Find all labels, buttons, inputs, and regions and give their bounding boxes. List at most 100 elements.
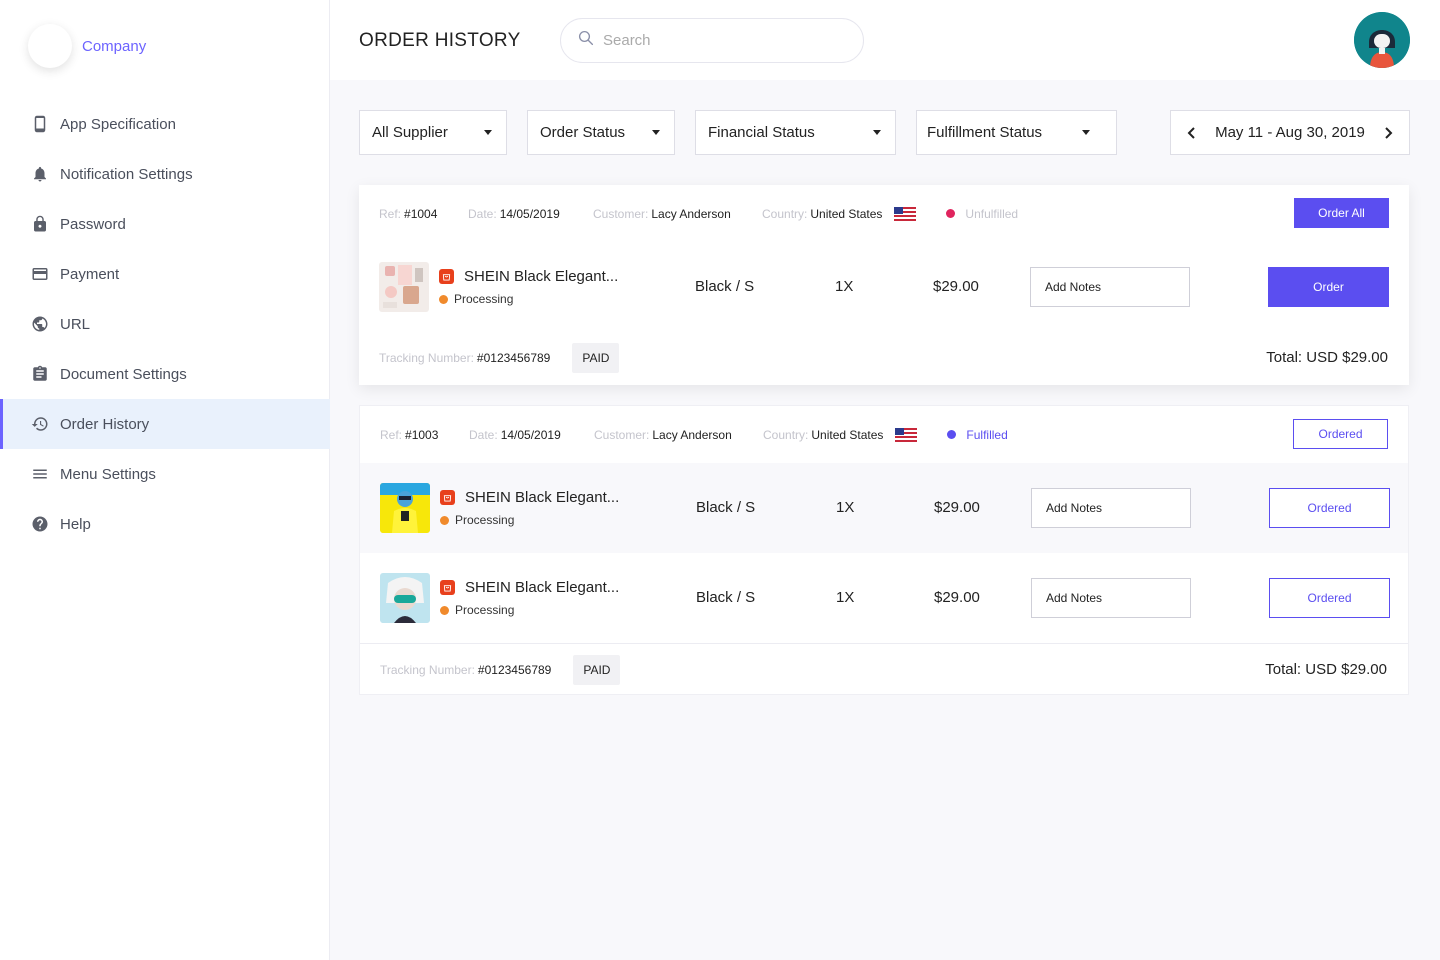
financial-status-filter[interactable]: Financial Status bbox=[695, 110, 896, 155]
order-ref: Ref: #1003 bbox=[380, 427, 439, 442]
ordered-button[interactable]: Ordered bbox=[1269, 578, 1390, 618]
sidebar-item-label: URL bbox=[60, 315, 91, 333]
order-header: Ref: #1003 Date: 14/05/2019 Customer: Lacy … bbox=[360, 406, 1408, 463]
order-total: Total: USD $29.00 bbox=[1265, 661, 1387, 678]
item-status: Processing bbox=[440, 513, 619, 527]
search-box[interactable] bbox=[560, 18, 864, 63]
date-range-label: May 11 - Aug 30, 2019 bbox=[1215, 124, 1365, 141]
order-total: Total: USD $29.00 bbox=[1266, 349, 1388, 366]
date-range-picker: May 11 - Aug 30, 2019 bbox=[1170, 110, 1410, 155]
order-button[interactable]: Order bbox=[1268, 267, 1389, 307]
sidebar-item-url[interactable]: URL bbox=[0, 299, 330, 349]
order-status-filter[interactable]: Order Status bbox=[527, 110, 675, 155]
status-dot bbox=[947, 430, 957, 439]
phone-icon bbox=[30, 114, 50, 134]
sidebar-item-label: Help bbox=[60, 515, 91, 533]
help-icon bbox=[30, 514, 50, 534]
sidebar-item-label: Password bbox=[60, 215, 126, 233]
order-date: Date: 14/05/2019 bbox=[468, 206, 560, 221]
line-item: SHEIN Black Elegant... Processing Black … bbox=[360, 463, 1408, 553]
shop-bag-icon bbox=[440, 490, 455, 505]
us-flag-icon bbox=[894, 206, 917, 221]
fulfillment-status-filter[interactable]: Fulfillment Status bbox=[916, 110, 1117, 155]
product-name[interactable]: SHEIN Black Elegant... bbox=[439, 268, 618, 285]
item-quantity: 1X bbox=[835, 278, 854, 295]
caret-down-icon bbox=[1082, 130, 1090, 135]
sidebar-item-app-specification[interactable]: App Specification bbox=[0, 99, 330, 149]
line-item: SHEIN Black Elegant... Processing Black … bbox=[360, 553, 1408, 643]
product-info: SHEIN Black Elegant... Processing bbox=[440, 489, 619, 527]
ordered-button[interactable]: Ordered bbox=[1269, 488, 1390, 528]
sidebar-item-payment[interactable]: Payment bbox=[0, 249, 330, 299]
chevron-right-icon[interactable] bbox=[1381, 126, 1395, 140]
sidebar-item-label: Order History bbox=[60, 415, 150, 433]
product-info: SHEIN Black Elegant... Processing bbox=[440, 579, 619, 617]
product-name[interactable]: SHEIN Black Elegant... bbox=[440, 579, 619, 596]
globe-icon bbox=[30, 314, 50, 334]
item-status: Processing bbox=[440, 603, 619, 617]
lock-icon bbox=[30, 214, 50, 234]
product-thumbnail[interactable] bbox=[379, 262, 429, 312]
item-price: $29.00 bbox=[934, 499, 980, 516]
fulfillment-status-filter-label: Fulfillment Status bbox=[927, 124, 1043, 141]
order-status-filter-label: Order Status bbox=[540, 124, 626, 141]
item-quantity: 1X bbox=[836, 589, 855, 606]
ordered-button[interactable]: Ordered bbox=[1293, 419, 1388, 449]
payment-badge: PAID bbox=[573, 654, 621, 685]
order-card: Ref: #1003 Date: 14/05/2019 Customer: Lacy … bbox=[359, 405, 1409, 695]
item-variant: Black / S bbox=[695, 278, 755, 295]
order-header: Ref: #1004 Date: 14/05/2019 Customer: Lacy … bbox=[359, 185, 1409, 242]
user-avatar[interactable] bbox=[1354, 12, 1410, 68]
brand[interactable]: Company bbox=[28, 24, 146, 68]
order-customer: Customer: Lacy Anderson bbox=[593, 206, 731, 221]
sidebar-item-label: Payment bbox=[60, 265, 120, 283]
order-ref: Ref: #1004 bbox=[379, 206, 438, 221]
status-dot bbox=[439, 294, 448, 304]
order-footer: Tracking Number: #0123456789 PAID Total: … bbox=[360, 643, 1408, 695]
company-name: Company bbox=[82, 37, 147, 55]
order-date: Date: 14/05/2019 bbox=[469, 427, 561, 442]
sidebar-item-label: Notification Settings bbox=[60, 165, 193, 183]
payment-badge: PAID bbox=[572, 343, 620, 373]
item-status: Processing bbox=[439, 292, 618, 306]
sidebar-item-notification-settings[interactable]: Notification Settings bbox=[0, 149, 330, 199]
line-item: SHEIN Black Elegant... Processing Black … bbox=[359, 242, 1409, 332]
financial-status-filter-label: Financial Status bbox=[708, 124, 815, 141]
chevron-left-icon[interactable] bbox=[1185, 126, 1199, 140]
add-notes-input[interactable] bbox=[1031, 488, 1191, 528]
add-notes-input[interactable] bbox=[1030, 267, 1190, 307]
caret-down-icon bbox=[484, 130, 492, 135]
sidebar-nav: App Specification Notification Settings … bbox=[0, 99, 330, 549]
page-title: ORDER HISTORY bbox=[359, 30, 521, 51]
item-quantity: 1X bbox=[836, 499, 855, 516]
item-price: $29.00 bbox=[934, 589, 980, 606]
sidebar-item-order-history[interactable]: Order History bbox=[0, 399, 330, 449]
product-thumbnail[interactable] bbox=[380, 573, 430, 623]
add-notes-input[interactable] bbox=[1031, 578, 1191, 618]
search-input[interactable] bbox=[603, 32, 843, 49]
bell-icon bbox=[30, 164, 50, 184]
menu-icon bbox=[30, 464, 50, 484]
order-all-button[interactable]: Order All bbox=[1294, 198, 1389, 228]
sidebar-item-label: Menu Settings bbox=[60, 465, 156, 483]
order-country: Country: United States bbox=[763, 427, 884, 442]
supplier-filter[interactable]: All Supplier bbox=[359, 110, 507, 155]
supplier-filter-label: All Supplier bbox=[372, 124, 448, 141]
sidebar-item-document-settings[interactable]: Document Settings bbox=[0, 349, 330, 399]
sidebar-item-label: App Specification bbox=[60, 115, 176, 133]
sidebar-item-password[interactable]: Password bbox=[0, 199, 330, 249]
product-thumbnail[interactable] bbox=[380, 483, 430, 533]
order-status: Unfulfilled bbox=[946, 207, 1018, 221]
caret-down-icon bbox=[873, 130, 881, 135]
order-status: Fulfilled bbox=[947, 428, 1008, 442]
product-name[interactable]: SHEIN Black Elegant... bbox=[440, 489, 619, 506]
sidebar-item-menu-settings[interactable]: Menu Settings bbox=[0, 449, 330, 499]
shop-bag-icon bbox=[439, 269, 454, 284]
tracking-number: Tracking Number: #0123456789 bbox=[379, 351, 551, 365]
sidebar-item-help[interactable]: Help bbox=[0, 499, 330, 549]
product-info: SHEIN Black Elegant... Processing bbox=[439, 268, 618, 306]
item-variant: Black / S bbox=[696, 589, 756, 606]
order-customer: Customer: Lacy Anderson bbox=[594, 427, 732, 442]
sidebar: Company App Specification Notification S… bbox=[0, 0, 330, 960]
order-card: Ref: #1004 Date: 14/05/2019 Customer: Lacy … bbox=[359, 185, 1409, 385]
